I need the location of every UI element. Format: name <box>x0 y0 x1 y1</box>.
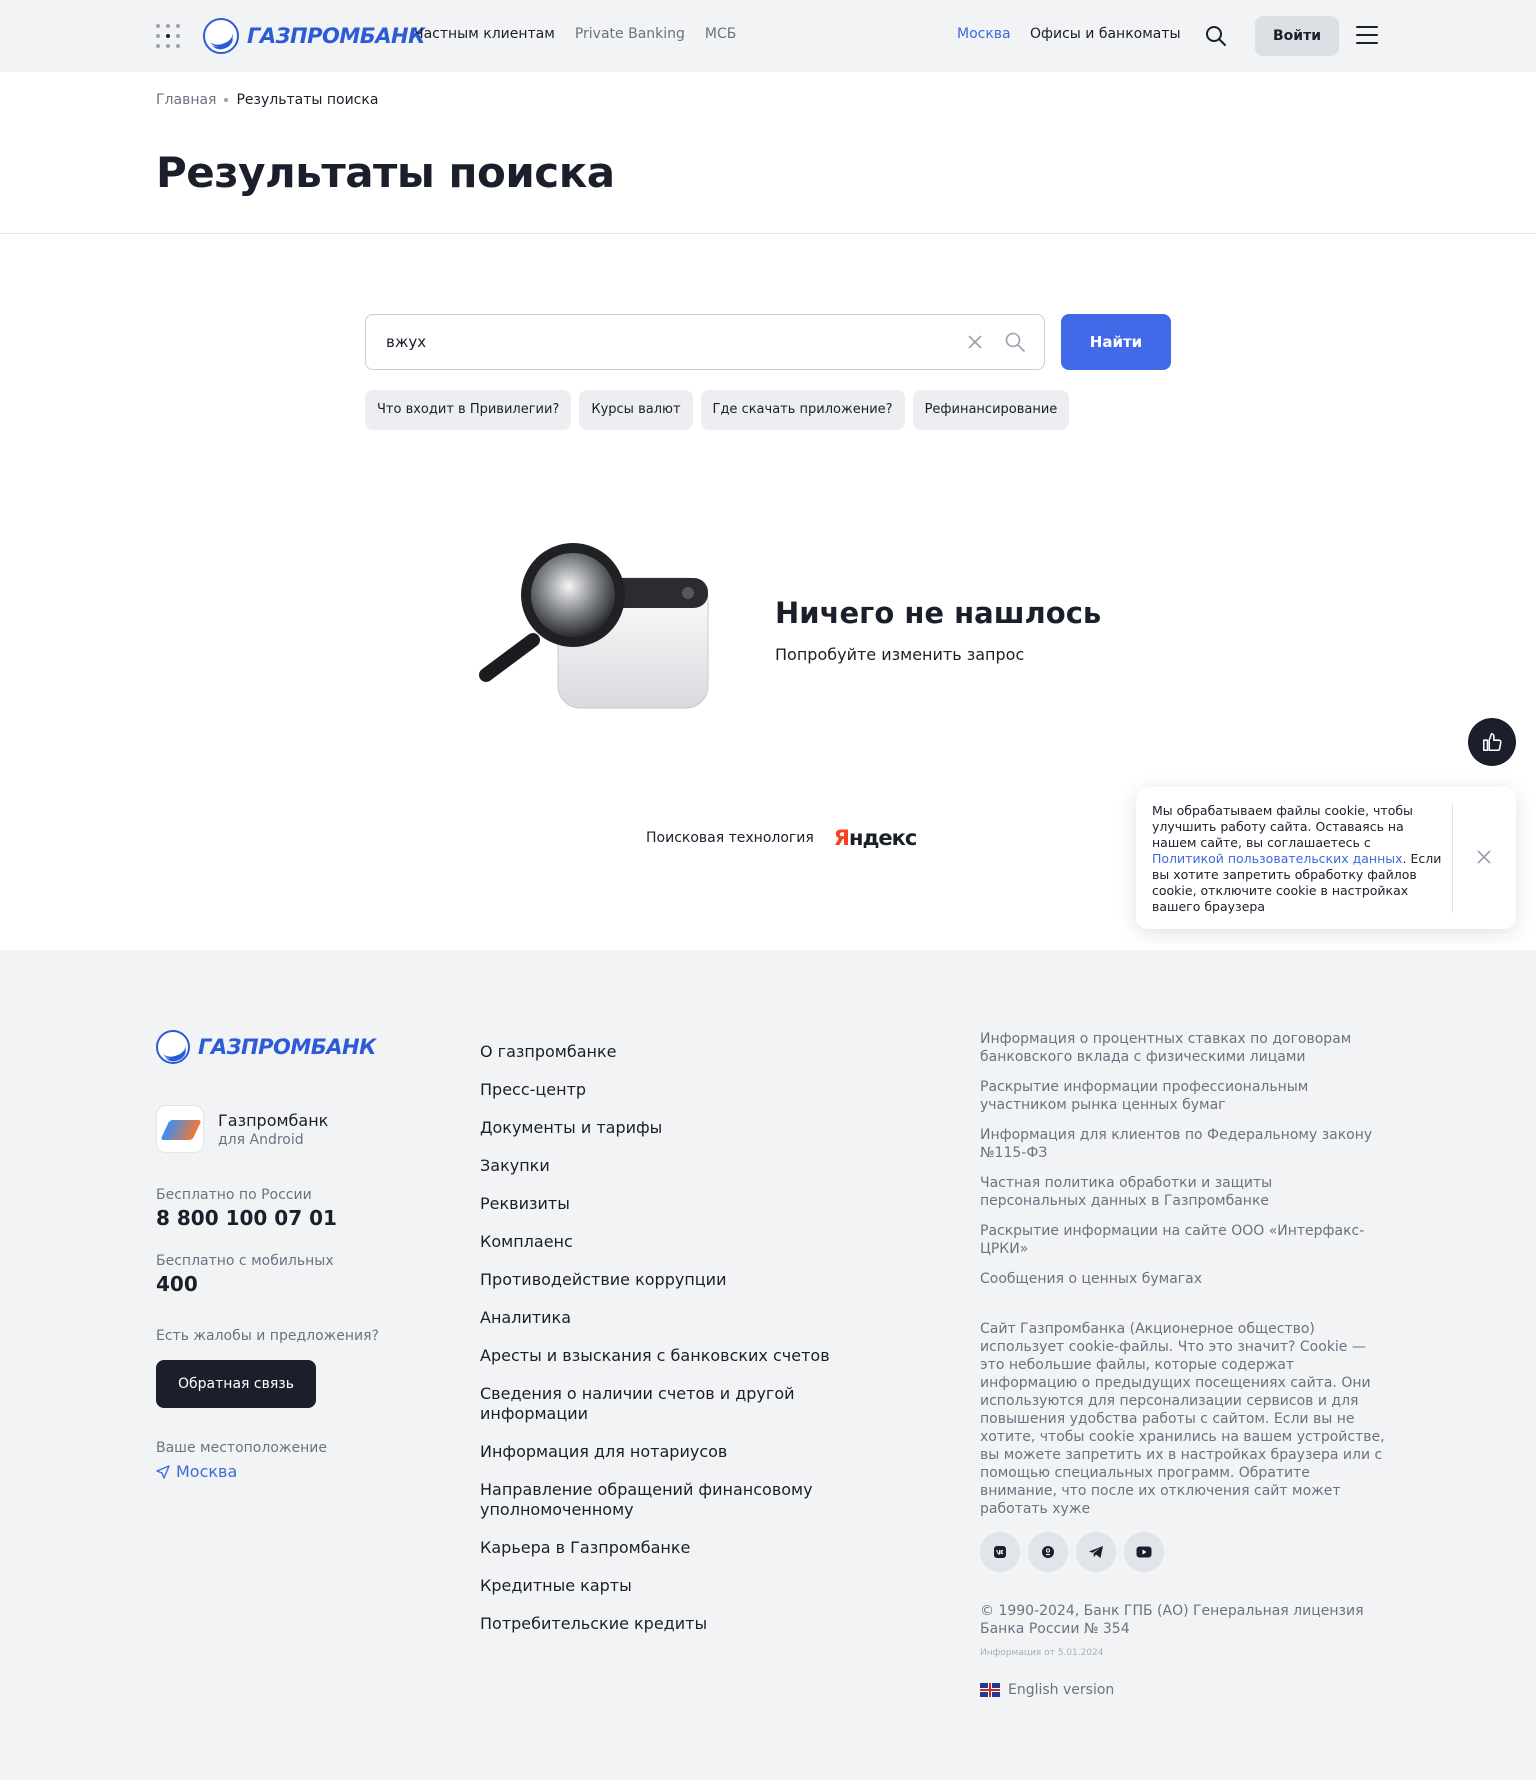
feedback-button[interactable]: Обратная связь <box>156 1360 316 1408</box>
english-version-link[interactable]: English version <box>980 1682 1114 1698</box>
footer-info-links: Информация о процентных ставках по догов… <box>980 1030 1380 1300</box>
footer-link[interactable]: Аресты и взыскания с банковских счетов <box>480 1346 900 1366</box>
app-subtitle: для Android <box>218 1131 304 1148</box>
location-label: Ваше местоположение <box>156 1440 327 1456</box>
footer-link[interactable]: Аналитика <box>480 1308 900 1328</box>
search-icon[interactable] <box>1204 24 1228 48</box>
yandex-logo-rest: ндекс <box>848 826 917 850</box>
cookie-separator <box>1452 803 1453 913</box>
search-suggestions: Что входит в Привилегии? Курсы валют Где… <box>365 390 1070 430</box>
telegram-icon[interactable] <box>1076 1532 1116 1572</box>
social-links <box>980 1532 1164 1572</box>
info-link[interactable]: Сообщения о ценных бумагах <box>980 1270 1380 1288</box>
footer-link[interactable]: Потребительские кредиты <box>480 1614 900 1634</box>
copyright: © 1990-2024, Банк ГПБ (АО) Генеральная л… <box>980 1603 1364 1637</box>
magnifier-illustration <box>479 543 709 709</box>
app-icon <box>156 1105 204 1153</box>
empty-subtitle: Попробуйте изменить запрос <box>775 645 1025 664</box>
main-nav: Частным клиентам Private Banking МСБ <box>414 26 736 42</box>
uk-flag-icon <box>980 1683 1000 1697</box>
privacy-policy-link[interactable]: Политикой пользовательских данных <box>1152 851 1403 866</box>
logo[interactable]: ГАЗПРОМБАНК <box>203 18 425 54</box>
breadcrumb-current: Результаты поиска <box>236 92 379 108</box>
suggestion-chip[interactable]: Где скачать приложение? <box>700 390 905 430</box>
footer-link[interactable]: О газпромбанке <box>480 1042 900 1062</box>
footer-cookie-text: Сайт Газпромбанка (Акционерное общество)… <box>980 1321 1385 1517</box>
vk-icon[interactable] <box>980 1532 1020 1572</box>
footer-link[interactable]: Пресс-центр <box>480 1080 900 1100</box>
cookie-banner: Мы обрабатываем файлы cookie, чтобы улуч… <box>1136 787 1516 929</box>
yandex-logo[interactable]: Яндекс <box>833 826 918 850</box>
city-selector[interactable]: Москва <box>957 26 1011 42</box>
footer-link[interactable]: Комплаенс <box>480 1232 900 1252</box>
footer-link[interactable]: Документы и тарифы <box>480 1118 900 1138</box>
footer: ГАЗПРОМБАНК Газпромбанк для Android Бесп… <box>0 950 1536 1780</box>
footer-link[interactable]: Сведения о наличии счетов и другой инфор… <box>480 1384 900 1424</box>
english-version-label: English version <box>1008 1682 1115 1698</box>
footer-link[interactable]: Кредитные карты <box>480 1576 900 1596</box>
footer-link[interactable]: Направление обращений финансовому уполно… <box>480 1480 820 1520</box>
complaints-label: Есть жалобы и предложения? <box>156 1328 379 1344</box>
info-link[interactable]: Раскрытие информации профессиональным уч… <box>980 1078 1380 1114</box>
info-date: Информация от 5.01.2024 <box>980 1648 1104 1658</box>
nav-msb[interactable]: МСБ <box>705 26 736 42</box>
info-link[interactable]: Частная политика обработки и защиты перс… <box>980 1174 1380 1210</box>
footer-link[interactable]: Закупки <box>480 1156 900 1176</box>
breadcrumb-separator <box>224 98 229 102</box>
free-mobile-phone[interactable]: 400 <box>156 1272 198 1296</box>
logo-globe-icon <box>156 1030 190 1064</box>
logo-globe-icon <box>203 18 239 54</box>
page-title: Результаты поиска <box>156 148 615 197</box>
footer-logo-text: ГАЗПРОМБАНК <box>198 1035 376 1059</box>
footer-link[interactable]: Противодействие коррупции <box>480 1270 900 1290</box>
footer-link[interactable]: Реквизиты <box>480 1194 900 1214</box>
breadcrumb-home[interactable]: Главная <box>156 92 216 108</box>
location-city[interactable]: Москва <box>156 1462 237 1481</box>
logo-text: ГАЗПРОМБАНК <box>247 24 425 48</box>
suggestion-chip[interactable]: Рефинансирование <box>912 390 1070 430</box>
offices-link[interactable]: Офисы и банкоматы <box>1030 26 1181 42</box>
info-link[interactable]: Информация для клиентов по Федеральному … <box>980 1126 1380 1162</box>
info-link[interactable]: Раскрытие информации на сайте ООО «Интер… <box>980 1222 1380 1258</box>
footer-link[interactable]: Информация для нотариусов <box>480 1442 900 1462</box>
search-icon[interactable] <box>1004 331 1026 353</box>
free-russia-label: Бесплатно по России <box>156 1187 312 1203</box>
find-button[interactable]: Найти <box>1061 314 1171 370</box>
search-tech-label: Поисковая технология <box>646 830 814 846</box>
nav-private-banking[interactable]: Private Banking <box>575 26 685 42</box>
header: ГАЗПРОМБАНК Частным клиентам Private Ban… <box>0 0 1536 72</box>
android-app-link[interactable]: Газпромбанк для Android <box>156 1105 328 1153</box>
breadcrumb: Главная Результаты поиска <box>156 92 378 108</box>
suggestion-chip[interactable]: Курсы валют <box>579 390 693 430</box>
footer-link[interactable]: Карьера в Газпромбанке <box>480 1538 900 1558</box>
free-mobile-label: Бесплатно с мобильных <box>156 1253 334 1269</box>
free-russia-phone[interactable]: 8 800 100 07 01 <box>156 1206 337 1230</box>
nav-private-clients[interactable]: Частным клиентам <box>414 26 555 42</box>
footer-logo[interactable]: ГАЗПРОМБАНК <box>156 1030 376 1064</box>
clear-icon[interactable] <box>964 331 986 353</box>
info-link[interactable]: Информация о процентных ставках по догов… <box>980 1030 1380 1066</box>
search-box <box>365 314 1045 370</box>
footer-links: О газпромбанке Пресс-центр Документы и т… <box>480 1042 900 1652</box>
navigation-arrow-icon <box>156 1464 170 1479</box>
apps-grid-icon[interactable] <box>156 24 180 48</box>
menu-icon[interactable] <box>1356 26 1378 44</box>
app-title: Газпромбанк <box>218 1110 329 1130</box>
yandex-logo-first: Я <box>833 826 850 850</box>
thumbs-up-icon <box>1482 732 1502 752</box>
youtube-icon[interactable] <box>1124 1532 1164 1572</box>
feedback-like-button[interactable] <box>1468 718 1516 766</box>
close-icon[interactable] <box>1474 847 1494 867</box>
login-button[interactable]: Войти <box>1255 16 1339 56</box>
suggestion-chip[interactable]: Что входит в Привилегии? <box>365 390 572 430</box>
search-tech: Поисковая технология Яндекс <box>646 826 918 850</box>
cookie-text: Мы обрабатываем файлы cookie, чтобы улуч… <box>1152 803 1442 914</box>
divider <box>0 233 1536 234</box>
search-input[interactable] <box>386 315 946 369</box>
ok-icon[interactable] <box>1028 1532 1068 1572</box>
empty-title: Ничего не нашлось <box>775 596 1102 630</box>
